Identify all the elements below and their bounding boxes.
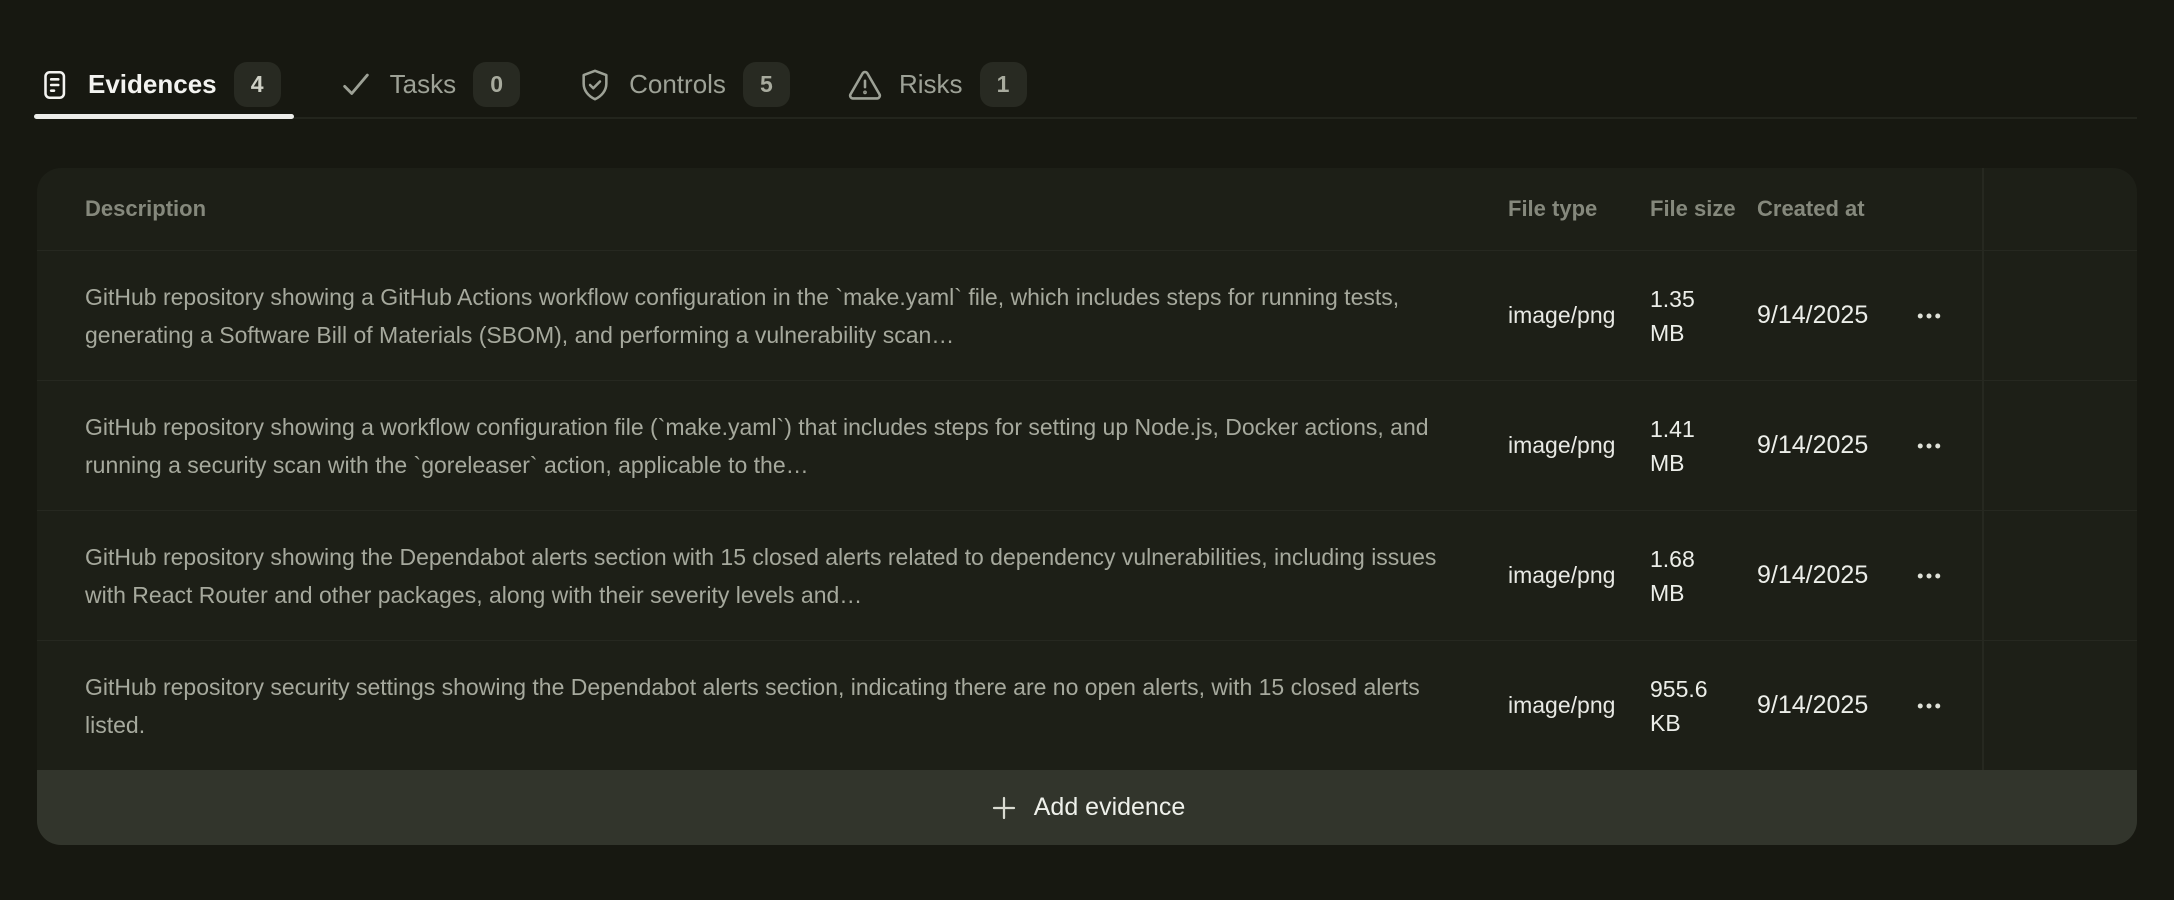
plus-icon <box>989 793 1019 823</box>
ellipsis-icon <box>1914 431 1944 461</box>
table-row[interactable]: GitHub repository showing a workflow con… <box>37 380 2137 510</box>
evidence-file-type: image/png <box>1508 692 1650 719</box>
evidence-created-at: 9/14/2025 <box>1757 691 1907 720</box>
evidence-file-type: image/png <box>1508 432 1650 459</box>
row-menu-button[interactable] <box>1907 424 1951 468</box>
actions-column-divider <box>1982 168 1984 770</box>
evidence-created-at: 9/14/2025 <box>1757 431 1907 460</box>
tab-label: Evidences <box>88 69 217 100</box>
evidence-created-at: 9/14/2025 <box>1757 301 1907 330</box>
table-header-row: Description File type File size Created … <box>37 168 2137 250</box>
evidences-table-card: Description File type File size Created … <box>37 168 2137 845</box>
evidence-file-type: image/png <box>1508 302 1650 329</box>
tab-tasks[interactable]: Tasks 0 <box>339 62 520 107</box>
evidence-description: GitHub repository showing the Dependabot… <box>85 538 1508 614</box>
evidence-file-size: 1.35 MB <box>1650 282 1757 350</box>
tab-evidences[interactable]: Evidences 4 <box>37 62 281 107</box>
row-menu-button[interactable] <box>1907 294 1951 338</box>
tab-count-badge: 5 <box>743 62 790 107</box>
column-header-description: Description <box>85 196 1508 222</box>
tab-controls[interactable]: Controls 5 <box>578 62 790 107</box>
evidence-description: GitHub repository security settings show… <box>85 668 1508 744</box>
notebook-icon <box>37 68 71 102</box>
column-header-file-size: File size <box>1650 196 1757 222</box>
tab-label: Risks <box>899 69 963 100</box>
shield-check-icon <box>578 68 612 102</box>
add-evidence-label: Add evidence <box>1034 793 1186 822</box>
evidence-description: GitHub repository showing a GitHub Actio… <box>85 278 1508 354</box>
tab-bar: Evidences 4 Tasks 0 Controls 5 <box>37 0 2137 119</box>
add-evidence-button[interactable]: Add evidence <box>37 770 2137 845</box>
row-menu-button[interactable] <box>1907 554 1951 598</box>
ellipsis-icon <box>1914 301 1944 331</box>
ellipsis-icon <box>1914 691 1944 721</box>
evidence-file-type: image/png <box>1508 562 1650 589</box>
evidence-description: GitHub repository showing a workflow con… <box>85 408 1508 484</box>
evidence-file-size: 1.41 MB <box>1650 412 1757 480</box>
table-row[interactable]: GitHub repository showing the Dependabot… <box>37 510 2137 640</box>
tab-count-badge: 0 <box>473 62 520 107</box>
tab-label: Controls <box>629 69 726 100</box>
tab-risks[interactable]: Risks 1 <box>848 62 1027 107</box>
evidence-created-at: 9/14/2025 <box>1757 561 1907 590</box>
row-menu-button[interactable] <box>1907 684 1951 728</box>
tab-count-badge: 1 <box>980 62 1027 107</box>
tab-count-badge: 4 <box>234 62 281 107</box>
table-row[interactable]: GitHub repository security settings show… <box>37 640 2137 770</box>
active-tab-indicator <box>34 114 294 119</box>
tab-label: Tasks <box>390 69 456 100</box>
column-header-created-at: Created at <box>1757 196 1907 222</box>
table-row[interactable]: GitHub repository showing a GitHub Actio… <box>37 250 2137 380</box>
warning-triangle-icon <box>848 68 882 102</box>
check-icon <box>339 68 373 102</box>
column-header-file-type: File type <box>1508 196 1650 222</box>
evidence-file-size: 1.68 MB <box>1650 542 1757 610</box>
evidence-file-size: 955.6 KB <box>1650 672 1757 740</box>
ellipsis-icon <box>1914 561 1944 591</box>
